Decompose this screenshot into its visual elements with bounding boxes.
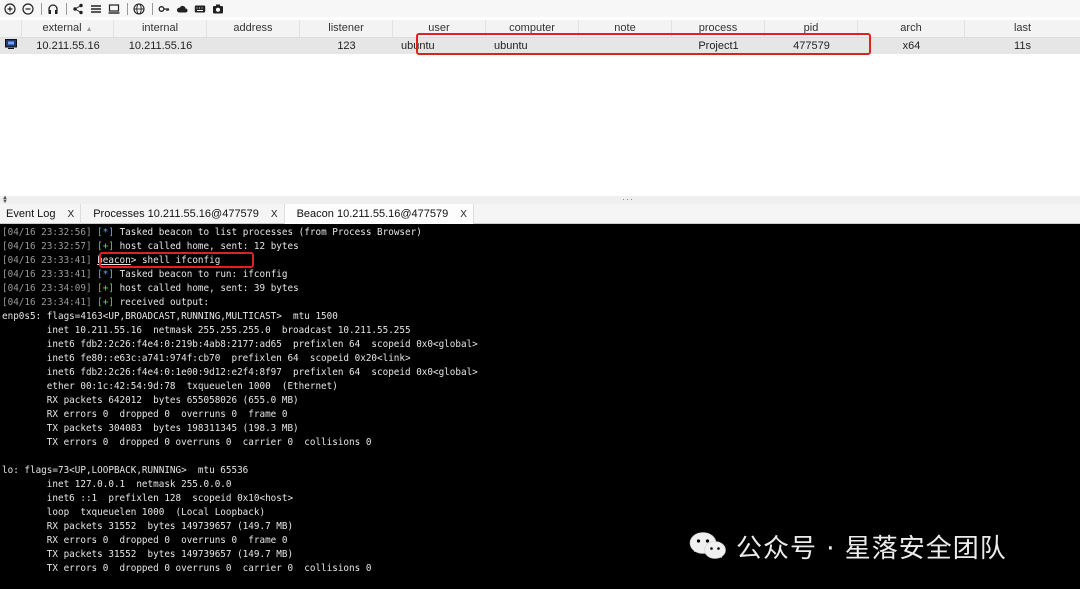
timestamp: [04/16 23:34:41] — [2, 297, 92, 308]
sort-asc-icon: ▲ — [85, 26, 93, 33]
output-line: enp0s5: flags=4163<UP,BROADCAST,RUNNING,… — [2, 311, 338, 322]
watermark: 公众号 · 星落安全团队 — [688, 528, 1068, 564]
output-line: TX packets 304083 bytes 198311345 (198.3… — [2, 423, 299, 434]
toolbar-separator — [66, 2, 67, 15]
column-header-last[interactable]: last — [965, 20, 1080, 37]
timestamp: [04/16 23:34:09] — [2, 283, 92, 294]
cell-last: 11s — [1014, 40, 1031, 52]
splitter-grip-icon[interactable]: ··· — [622, 195, 634, 204]
remove-icon[interactable] — [20, 1, 36, 17]
output-line: ​ — [2, 450, 478, 464]
output-line: TX errors 0 dropped 0 overruns 0 carrier… — [2, 563, 372, 574]
output-line: ether 00:1c:42:54:9d:78 txqueuelen 1000 … — [2, 381, 338, 392]
output-line: RX packets 31552 bytes 149739657 (149.7 … — [2, 521, 294, 532]
cell-listener: 123 — [337, 40, 356, 52]
share-icon[interactable] — [70, 1, 86, 17]
collapse-arrows-icon[interactable]: ▲ ▼ — [2, 195, 8, 205]
column-header-icon[interactable] — [0, 20, 22, 37]
output-line: inet6 fdb2:2c26:f4e4:0:219b:4ab8:2177:ad… — [2, 339, 478, 350]
tab-processes[interactable]: Processes 10.211.55.16@477579 X — [81, 204, 285, 224]
toolbar — [0, 0, 1080, 17]
output-line: RX errors 0 dropped 0 overruns 0 frame 0 — [2, 535, 288, 546]
cell-internal: 10.211.55.16 — [128, 40, 193, 52]
console-line: [04/16 23:34:09] [+] host called home, s… — [2, 283, 299, 294]
tab-event-log[interactable]: Event Log X — [0, 204, 82, 224]
beacon-icon — [0, 38, 22, 54]
info-marker: [*] — [97, 227, 114, 238]
monitor-icon[interactable] — [106, 1, 122, 17]
globe-icon[interactable] — [131, 1, 147, 17]
column-header-internal[interactable]: internal — [114, 20, 207, 37]
info-marker: [*] — [97, 269, 114, 280]
tab-close-icon[interactable]: X — [271, 209, 278, 220]
timestamp: [04/16 23:32:56] — [2, 227, 92, 238]
output-line: RX packets 642012 bytes 655058026 (655.0… — [2, 395, 299, 406]
cell-arch: x64 — [902, 40, 921, 52]
console-output: [04/16 23:32:56] [*] Tasked beacon to li… — [2, 226, 478, 576]
list-icon[interactable] — [88, 1, 104, 17]
toolbar-separator — [41, 2, 42, 15]
highlight-box-row — [416, 33, 871, 55]
column-header-arch[interactable]: arch — [858, 20, 965, 37]
ok-marker: [+] — [97, 297, 114, 308]
output-line: inet6 ::1 prefixlen 128 scopeid 0x10<hos… — [2, 493, 294, 504]
timestamp: [04/16 23:33:41] — [2, 255, 92, 266]
column-header-listener[interactable]: listener — [300, 20, 393, 37]
toolbar-separator — [127, 2, 128, 15]
cell-external: 10.211.55.16 — [36, 40, 100, 52]
output-line: inet 127.0.0.1 netmask 255.0.0.0 — [2, 479, 232, 490]
ok-marker: [+] — [97, 241, 114, 252]
pane-splitter[interactable]: ▲ ▼ ··· — [0, 195, 1080, 205]
watermark-text: 公众号 · 星落安全团队 — [736, 533, 1007, 564]
tab-close-icon[interactable]: X — [460, 209, 467, 220]
key-icon[interactable] — [156, 1, 172, 17]
tab-beacon[interactable]: Beacon 10.211.55.16@477579 X — [284, 204, 474, 224]
output-line: inet6 fdb2:2c26:f4e4:0:1e00:9d12:e2f4:8f… — [2, 367, 478, 378]
output-line: inet6 fe80::e63c:a741:974f:cb70 prefixle… — [2, 353, 411, 364]
output-line: inet 10.211.55.16 netmask 255.255.255.0 … — [2, 325, 411, 336]
column-header-external[interactable]: external ▲ — [22, 20, 114, 37]
tab-bar: Event Log X Processes 10.211.55.16@47757… — [0, 204, 1080, 224]
timestamp: [04/16 23:32:57] — [2, 241, 92, 252]
cell-address — [207, 38, 300, 54]
console-line: [04/16 23:32:56] [*] Tasked beacon to li… — [2, 227, 422, 238]
add-icon[interactable] — [2, 1, 18, 17]
highlight-box-command — [99, 252, 254, 268]
wechat-logo-icon — [689, 532, 726, 559]
cloud-icon[interactable] — [174, 1, 190, 17]
output-line: RX errors 0 dropped 0 overruns 0 frame 0 — [2, 409, 288, 420]
console-line: [04/16 23:34:41] [+] received output: — [2, 297, 210, 308]
camera-icon[interactable] — [210, 1, 226, 17]
ok-marker: [+] — [97, 283, 114, 294]
output-line: loop txqueuelen 1000 (Local Loopback) — [2, 507, 266, 518]
tab-close-icon[interactable]: X — [68, 209, 75, 220]
column-header-address[interactable]: address — [207, 20, 300, 37]
headphones-icon[interactable] — [45, 1, 61, 17]
timestamp: [04/16 23:33:41] — [2, 269, 92, 280]
console-line: [04/16 23:33:41] [*] Tasked beacon to ru… — [2, 269, 288, 280]
toolbar-separator — [152, 2, 153, 15]
keyboard-icon[interactable] — [192, 1, 208, 17]
output-line: TX errors 0 dropped 0 overruns 0 carrier… — [2, 437, 372, 448]
output-line: lo: flags=73<UP,LOOPBACK,RUNNING> mtu 65… — [2, 465, 249, 476]
output-line: TX packets 31552 bytes 149739657 (149.7 … — [2, 549, 294, 560]
